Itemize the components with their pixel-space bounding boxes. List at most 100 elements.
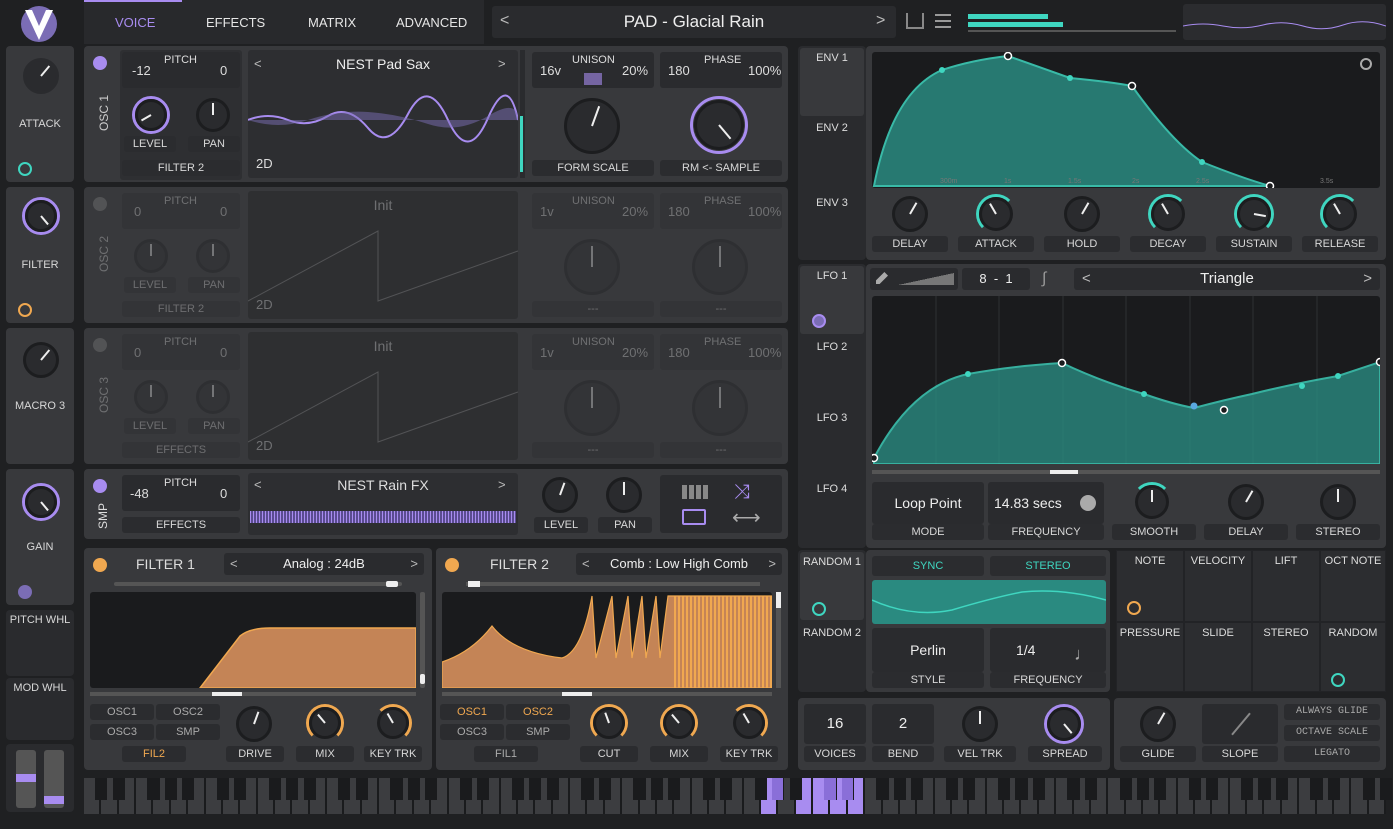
- piano-black-key[interactable]: [1241, 778, 1254, 800]
- mod-slide[interactable]: SLIDE: [1184, 622, 1252, 692]
- osc1-spectral-knob[interactable]: [694, 100, 744, 150]
- piano-black-key[interactable]: [1258, 778, 1271, 800]
- filter1-type-selector[interactable]: < Analog : 24dB >: [224, 553, 424, 575]
- lfo-smooth-curve-icon[interactable]: ∫: [1042, 270, 1046, 288]
- mod-lift[interactable]: LIFT: [1252, 550, 1320, 622]
- osc1-power[interactable]: [93, 56, 107, 70]
- piano-black-key[interactable]: [286, 778, 299, 800]
- mod-pressure[interactable]: PRESSURE: [1116, 622, 1184, 692]
- piano-black-key[interactable]: [268, 778, 282, 800]
- piano-black-key[interactable]: [720, 778, 733, 800]
- smp-transpose[interactable]: -48: [130, 486, 149, 501]
- spread-knob[interactable]: [1047, 707, 1081, 741]
- osc1-level-knob[interactable]: [135, 99, 167, 131]
- piano-black-key[interactable]: [147, 778, 160, 800]
- lfo-display[interactable]: [869, 296, 1385, 465]
- macro-attack[interactable]: ATTACK: [6, 46, 74, 182]
- env-sustain-knob[interactable]: [1237, 197, 1271, 231]
- piano-black-key[interactable]: [234, 778, 247, 800]
- osc1-pan-knob[interactable]: [196, 98, 230, 132]
- piano-black-key[interactable]: [911, 778, 924, 800]
- lfo1-mod-icon[interactable]: [812, 314, 826, 328]
- mod-velocity[interactable]: VELOCITY: [1184, 550, 1252, 622]
- piano-black-key[interactable]: [824, 778, 837, 800]
- osc1-tune[interactable]: 0: [220, 63, 227, 78]
- piano-black-key[interactable]: [1379, 778, 1393, 800]
- piano-black-key[interactable]: [702, 778, 716, 800]
- filter1-power[interactable]: [93, 558, 107, 572]
- osc1-rm-sample[interactable]: RM <- SAMPLE: [660, 160, 782, 176]
- filter2-power[interactable]: [445, 558, 459, 572]
- piano-black-key[interactable]: [459, 778, 472, 800]
- mod-stereo[interactable]: STEREO: [1252, 622, 1320, 692]
- osc1-wavetable-display[interactable]: < NEST Pad Sax > 2D: [248, 50, 518, 178]
- pitch-wheel-label[interactable]: PITCH WHL: [6, 610, 74, 676]
- tab-random2[interactable]: RANDOM 2: [800, 623, 864, 690]
- piano-black-key[interactable]: [598, 778, 611, 800]
- piano-black-key[interactable]: [772, 778, 785, 800]
- piano-black-key[interactable]: [789, 778, 802, 800]
- filter2-route-osc2[interactable]: OSC2: [506, 704, 570, 720]
- random-frequency-value[interactable]: 1/4 ♩: [990, 628, 1106, 672]
- bounce-icon[interactable]: ⟷: [732, 505, 761, 530]
- piano-black-key[interactable]: [1015, 778, 1028, 800]
- lfo-paint-tool[interactable]: [870, 268, 958, 290]
- filter1-blend-slider[interactable]: [114, 581, 402, 587]
- tab-matrix[interactable]: MATRIX: [308, 15, 356, 30]
- filter2-route-smp[interactable]: SMP: [506, 724, 570, 740]
- mod-source-icon[interactable]: [18, 585, 32, 599]
- tab-env3[interactable]: ENV 3: [800, 189, 864, 257]
- osc3-destination[interactable]: EFFECTS: [122, 442, 240, 458]
- piano-black-key[interactable]: [1136, 778, 1150, 800]
- filter2-keytrack-knob[interactable]: [733, 707, 765, 739]
- keytrack-icon[interactable]: [682, 485, 708, 499]
- piano-black-key[interactable]: [338, 778, 351, 800]
- filter2-route-osc3[interactable]: OSC3: [440, 724, 504, 740]
- random-style-selector[interactable]: Perlin: [872, 628, 984, 672]
- env-delay-knob[interactable]: [892, 196, 928, 232]
- bend-value[interactable]: 2: [872, 704, 934, 744]
- filter1-keytrack-knob[interactable]: [377, 707, 409, 739]
- save-icon[interactable]: [906, 13, 924, 29]
- piano-black-key[interactable]: [164, 778, 177, 800]
- random-sync-toggle[interactable]: SYNC: [872, 556, 984, 576]
- tab-lfo3[interactable]: LFO 3: [800, 408, 864, 476]
- filter2-blend-slider[interactable]: [466, 581, 760, 587]
- env-decay-knob[interactable]: [1151, 197, 1185, 231]
- piano-black-key[interactable]: [1362, 778, 1375, 800]
- macro-gain[interactable]: GAIN: [6, 469, 74, 605]
- tab-lfo4[interactable]: LFO 4: [800, 479, 864, 546]
- osc2-form[interactable]: ---: [532, 301, 654, 317]
- piano-black-key[interactable]: [303, 778, 316, 800]
- random1-mod-icon[interactable]: [812, 602, 826, 616]
- mod-wheel[interactable]: [44, 750, 64, 808]
- preset-selector[interactable]: < PAD - Glacial Rain >: [492, 6, 896, 38]
- filter2-resonance-slider[interactable]: [776, 592, 781, 688]
- filter1-drive-knob[interactable]: [236, 706, 272, 742]
- osc2-power[interactable]: [93, 197, 107, 211]
- osc3-spectral-knob[interactable]: [692, 380, 748, 436]
- filter-macro-knob[interactable]: [25, 200, 57, 232]
- lfo-mode-selector[interactable]: Loop Point: [872, 482, 984, 524]
- glide-slope[interactable]: [1202, 704, 1278, 744]
- attack-macro-knob[interactable]: [23, 58, 59, 94]
- osc2-wavetable-display[interactable]: Init 2D: [248, 191, 518, 319]
- mod-source-icon[interactable]: [18, 162, 32, 176]
- osc1-transpose[interactable]: -12: [132, 63, 151, 78]
- piano-black-key[interactable]: [633, 778, 646, 800]
- filter1-route-osc3[interactable]: OSC3: [90, 724, 154, 740]
- piano-black-key[interactable]: [1067, 778, 1080, 800]
- osc3-pan-knob[interactable]: [196, 380, 230, 414]
- vel-track-knob[interactable]: [962, 706, 998, 742]
- random-stereo-toggle[interactable]: STEREO: [990, 556, 1106, 576]
- always-glide-toggle[interactable]: ALWAYS GLIDE: [1284, 704, 1380, 720]
- osc2-rm[interactable]: ---: [660, 301, 782, 317]
- osc1-form-scale[interactable]: FORM SCALE: [532, 160, 654, 176]
- tab-env2[interactable]: ENV 2: [800, 118, 864, 186]
- piano-black-key[interactable]: [754, 778, 768, 800]
- piano-black-key[interactable]: [355, 778, 368, 800]
- lfo-frequency-value[interactable]: 14.83 secs: [988, 482, 1104, 524]
- filter2-mix-knob[interactable]: [663, 707, 695, 739]
- piano-black-key[interactable]: [650, 778, 663, 800]
- sample-display[interactable]: < NEST Rain FX >: [248, 473, 518, 535]
